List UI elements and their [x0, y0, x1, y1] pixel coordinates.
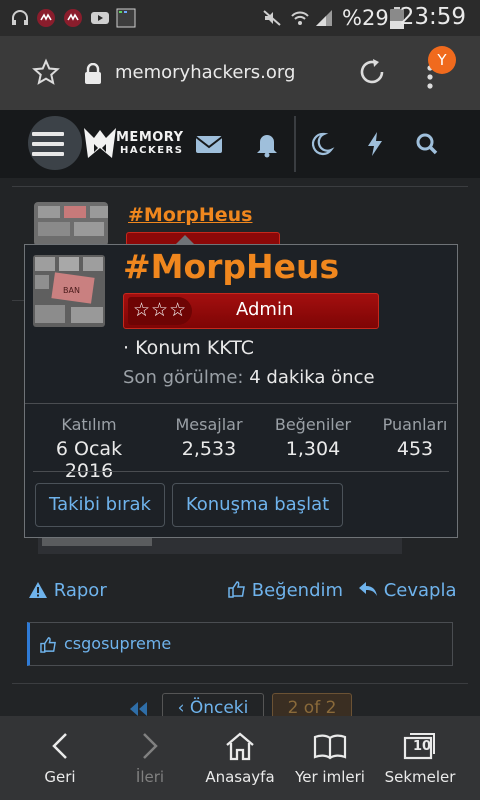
chevron-left-icon: ‹	[177, 698, 185, 718]
last-seen-label: Son görülme:	[123, 367, 244, 388]
mute-icon	[263, 10, 281, 26]
lock-icon	[85, 63, 101, 84]
site-header: MEMORY HACKERS	[0, 110, 480, 178]
nav-bookmarks[interactable]: Yer imleri	[282, 716, 378, 800]
stat-likes: Beğeniler 1,304	[265, 415, 361, 460]
stat-value: 453	[396, 438, 434, 460]
member-avatar[interactable]: BAN	[33, 255, 105, 327]
likes-bar[interactable]: csgosupreme	[27, 622, 453, 666]
nav-label: Sekmeler	[384, 768, 456, 786]
previous-label: Önceki	[189, 698, 249, 718]
member-username[interactable]: #MorpHeus	[123, 247, 339, 286]
report-button[interactable]: Rapor	[28, 580, 107, 601]
thumbs-up-icon	[228, 581, 245, 598]
nav-label: Anasayfa	[205, 768, 275, 786]
post-avatar[interactable]	[34, 202, 108, 246]
stat-label: Puanları	[382, 415, 448, 434]
browser-bottom-nav: Geri İleri Anasayfa Yer imleri 10 Sekmel…	[0, 716, 480, 800]
logo-mark-icon	[84, 128, 116, 158]
envelope-icon[interactable]	[192, 128, 226, 160]
stat-value: 1,304	[285, 438, 341, 460]
chevron-right-icon	[143, 733, 158, 759]
like-label: Beğendim	[251, 580, 344, 601]
start-conversation-button[interactable]: Konuşma başlat	[172, 483, 343, 527]
member-last-seen: Son görülme: 4 dakika önce	[123, 367, 375, 388]
divider	[33, 471, 449, 472]
headset-icon	[12, 10, 28, 25]
stat-label: Mesajlar	[175, 415, 243, 434]
battery-percent: %29	[342, 6, 389, 30]
logo-text-top: MEMORY	[116, 130, 184, 145]
reply-button[interactable]: Cevapla	[358, 580, 457, 601]
nav-label: Yer imleri	[295, 768, 365, 786]
unfollow-button[interactable]: Takibi bırak	[35, 483, 165, 527]
nav-back[interactable]: Geri	[12, 716, 108, 800]
screenshot-icon	[116, 8, 136, 28]
nav-home[interactable]: Anasayfa	[192, 716, 288, 800]
moon-icon[interactable]	[304, 128, 338, 160]
stat-messages[interactable]: Mesajlar 2,533	[163, 415, 255, 460]
stat-label: Katılım	[61, 415, 117, 434]
divider	[12, 683, 468, 684]
member-location: · Konum KKTC	[123, 337, 255, 359]
rank-stars-icon: ☆☆☆	[128, 297, 192, 325]
hamburger-menu-button[interactable]	[28, 116, 82, 170]
first-page-icon[interactable]	[128, 702, 148, 716]
liked-by-user[interactable]: csgosupreme	[64, 634, 171, 653]
home-icon	[226, 732, 254, 761]
last-seen-value: 4 dakika önce	[249, 367, 375, 388]
reload-icon[interactable]	[356, 56, 388, 88]
nav-tabs[interactable]: 10 Sekmeler	[372, 716, 468, 800]
stat-label: Beğeniler	[274, 415, 352, 434]
rank-badge: ☆☆☆ Admin	[123, 293, 379, 329]
site-logo[interactable]: MEMORY HACKERS	[82, 124, 183, 164]
member-tooltip-card: BAN #MorpHeus ☆☆☆ Admin · Konum KKTC Son…	[24, 235, 458, 538]
bell-icon[interactable]	[250, 128, 284, 160]
stat-value: 6 Ocak 2016	[55, 438, 123, 482]
clock: 23:59	[399, 4, 466, 30]
search-icon[interactable]	[410, 128, 444, 160]
divider	[25, 403, 457, 404]
nav-label: İleri	[135, 768, 165, 786]
like-button[interactable]: Beğendim	[228, 580, 343, 601]
chevron-left-icon	[52, 733, 67, 759]
app-notification-icon-2	[64, 9, 82, 27]
warning-icon	[29, 582, 47, 598]
profile-avatar[interactable]: Y	[428, 46, 456, 74]
nav-forward[interactable]: İleri	[102, 716, 198, 800]
bookmark-star-icon[interactable]	[32, 58, 60, 86]
youtube-icon	[91, 12, 109, 24]
lightning-icon[interactable]	[358, 128, 392, 160]
logo-text-bottom: HACKERS	[120, 145, 184, 156]
status-bar: %29 23:59	[0, 0, 480, 36]
book-open-icon	[313, 734, 347, 760]
svg-text:BAN: BAN	[63, 286, 80, 295]
report-label: Rapor	[53, 580, 107, 601]
browser-toolbar: memoryhackers.org Y	[0, 36, 480, 110]
divider	[12, 186, 468, 187]
app-notification-icon	[37, 9, 55, 27]
thumbs-up-icon	[40, 637, 56, 653]
header-divider	[294, 116, 296, 172]
tooltip-arrow	[175, 235, 195, 245]
wifi-icon	[291, 11, 309, 25]
stat-value: 2,533	[181, 438, 237, 460]
address-bar-url[interactable]: memoryhackers.org	[115, 62, 295, 83]
post-image-detail	[42, 538, 152, 546]
nav-label: Geri	[44, 768, 76, 786]
hamburger-icon	[32, 132, 64, 156]
reply-arrow-icon	[359, 582, 377, 596]
stat-points: Puanları 453	[375, 415, 455, 460]
post-username[interactable]: #MorpHeus	[128, 204, 252, 226]
reply-label: Cevapla	[383, 580, 457, 601]
tab-count: 10	[412, 739, 432, 754]
rank-label: Admin	[236, 299, 294, 320]
signal-icon	[316, 10, 332, 26]
